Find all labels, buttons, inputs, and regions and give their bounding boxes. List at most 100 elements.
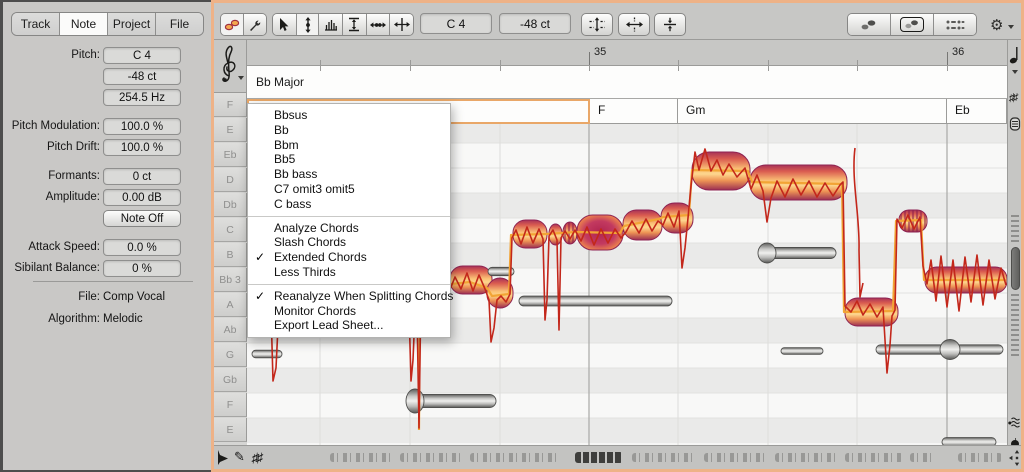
tick-dash	[1011, 225, 1019, 227]
menu-item[interactable]: C bass	[248, 197, 450, 212]
piano-key-b[interactable]: B	[214, 243, 247, 267]
piano-key-f[interactable]: F	[214, 93, 247, 117]
menu-item[interactable]: Monitor Chords	[248, 304, 450, 319]
bar-tick	[589, 52, 590, 65]
show-blobs-toggle[interactable]	[848, 14, 891, 35]
tab-project[interactable]: Project	[108, 13, 156, 35]
tick-dash	[1011, 334, 1019, 336]
field-value[interactable]: 0.00 dB	[103, 189, 181, 206]
key-signature-label[interactable]: Bb Major	[256, 75, 304, 89]
field-value[interactable]: C 4	[103, 47, 181, 64]
pencil-icon[interactable]: ✎	[234, 449, 245, 465]
waveform-cluster	[704, 453, 766, 462]
inspector-sidebar: TrackNoteProjectFile Pitch:C 4-48 ct254.…	[0, 0, 211, 472]
piano-key-gb[interactable]: Gb	[214, 368, 247, 392]
settings-gear-icon[interactable]: ⚙	[990, 16, 1003, 34]
pitch-drift-icon	[663, 17, 677, 32]
gray-note-blob[interactable]	[942, 438, 996, 445]
piano-key-g[interactable]: G	[214, 343, 247, 367]
field-value[interactable]: -48 ct	[103, 68, 181, 85]
menu-item[interactable]: Bb5	[248, 152, 450, 167]
vertical-scrollbar-thumb[interactable]	[1011, 247, 1020, 290]
beat-tick	[768, 60, 769, 65]
chord-cell[interactable]: F	[590, 99, 678, 124]
menu-item[interactable]: Analyze Chords	[248, 221, 450, 236]
tick-dash	[1011, 240, 1019, 242]
field-label: Attack Speed:	[3, 241, 100, 253]
field-value[interactable]: 0.0 %	[103, 239, 181, 256]
field-value[interactable]: 254.5 Hz	[103, 89, 181, 106]
tab-file[interactable]: File	[156, 13, 203, 35]
arrow-tool-button[interactable]	[273, 14, 297, 35]
piano-key-e[interactable]: E	[214, 418, 247, 442]
correct-pitch-button[interactable]	[581, 13, 613, 36]
field-value[interactable]: 100.0 %	[103, 139, 181, 156]
correct-pitch-icon	[589, 17, 605, 32]
menu-item[interactable]: Bbsus	[248, 108, 450, 123]
wrench-tool-button[interactable]	[244, 14, 266, 35]
timeline-ruler[interactable]: 3536	[214, 40, 1007, 66]
quantize-time-button[interactable]	[618, 13, 650, 36]
amplitude-tool-button[interactable]	[367, 14, 391, 35]
piano-key-eb[interactable]: Eb	[214, 143, 247, 167]
chord-cell[interactable]: Eb	[947, 99, 1007, 124]
piano-key-a[interactable]: A	[214, 293, 247, 317]
playback-cursor-icon[interactable]	[217, 450, 229, 465]
field-value[interactable]: 0 ct	[103, 168, 181, 185]
tab-track[interactable]: Track	[12, 13, 60, 35]
menu-item[interactable]: ✓Reanalyze When Splitting Chords	[248, 289, 450, 304]
field-label: Amplitude:	[3, 191, 100, 203]
dots-grid-icon	[945, 19, 965, 31]
settings-dropdown-arrow[interactable]	[1008, 25, 1014, 29]
scale-sharps-icon[interactable]: ♯♯	[1008, 92, 1017, 104]
menu-item[interactable]: Less Thirds	[248, 265, 450, 280]
show-grid-toggle[interactable]	[934, 14, 976, 35]
scale-scroll-icon[interactable]	[1009, 116, 1021, 132]
frame-left	[211, 0, 214, 472]
show-blobs-selected-toggle[interactable]	[891, 14, 933, 35]
menu-item[interactable]: ✓Extended Chords	[248, 250, 450, 265]
menu-item[interactable]: C7 omit3 omit5	[248, 182, 450, 197]
piano-key-d[interactable]: D	[214, 168, 247, 192]
tick-dash	[1011, 324, 1019, 326]
main-tool-button[interactable]	[221, 14, 244, 35]
sidebar-separator	[33, 281, 193, 282]
tick-dash	[1011, 314, 1019, 316]
pitch-curve-icon[interactable]	[1008, 416, 1021, 429]
piano-key-f[interactable]: F	[214, 393, 247, 417]
pitch-readout[interactable]: C 4	[420, 13, 492, 34]
menu-item[interactable]: Bb	[248, 123, 450, 138]
clef-selector[interactable]	[214, 40, 247, 93]
menu-item[interactable]: Slash Chords	[248, 235, 450, 250]
pitch-drift-button[interactable]	[654, 13, 686, 36]
note-off-button[interactable]: Note Off	[103, 210, 181, 227]
sidebar-row: Attack Speed:0.0 %	[3, 239, 214, 256]
menu-item[interactable]: Bbm	[248, 138, 450, 153]
pitch-tool-button[interactable]	[297, 14, 320, 35]
menu-item[interactable]: Bb bass	[248, 167, 450, 182]
sharps-icon[interactable]: ♯♯	[251, 450, 262, 465]
cent-readout[interactable]: -48 ct	[499, 13, 571, 34]
tab-note[interactable]: Note	[60, 13, 108, 35]
field-value[interactable]: 100.0 %	[103, 118, 181, 135]
checkmark-icon: ✓	[255, 289, 265, 304]
field-value[interactable]: 0 %	[103, 260, 181, 277]
piano-key-e[interactable]: E	[214, 118, 247, 142]
formant-tool-button[interactable]	[343, 14, 367, 35]
waveform-cluster	[958, 453, 1002, 462]
piano-key-ab[interactable]: Ab	[214, 318, 247, 342]
note-value-dropdown-arrow[interactable]	[1012, 70, 1018, 74]
pitch-modulation-tool-button[interactable]	[319, 14, 343, 35]
key-track-tick	[768, 66, 769, 71]
piano-key-bb3[interactable]: Bb 3	[214, 268, 247, 292]
gray-note-blob[interactable]	[781, 348, 823, 355]
chord-cell[interactable]: Gm	[678, 99, 947, 124]
timing-tool-button[interactable]	[390, 14, 413, 35]
quarter-note-icon[interactable]	[1009, 46, 1021, 64]
gray-note-blob[interactable]	[519, 296, 672, 306]
key-track[interactable]: Bb Major	[247, 66, 1007, 99]
menu-item[interactable]: Export Lead Sheet...	[248, 318, 450, 333]
piano-key-db[interactable]: Db	[214, 193, 247, 217]
piano-key-column: FEEbDDbCBBb 3AAbGGbFE	[214, 93, 247, 445]
piano-key-c[interactable]: C	[214, 218, 247, 242]
